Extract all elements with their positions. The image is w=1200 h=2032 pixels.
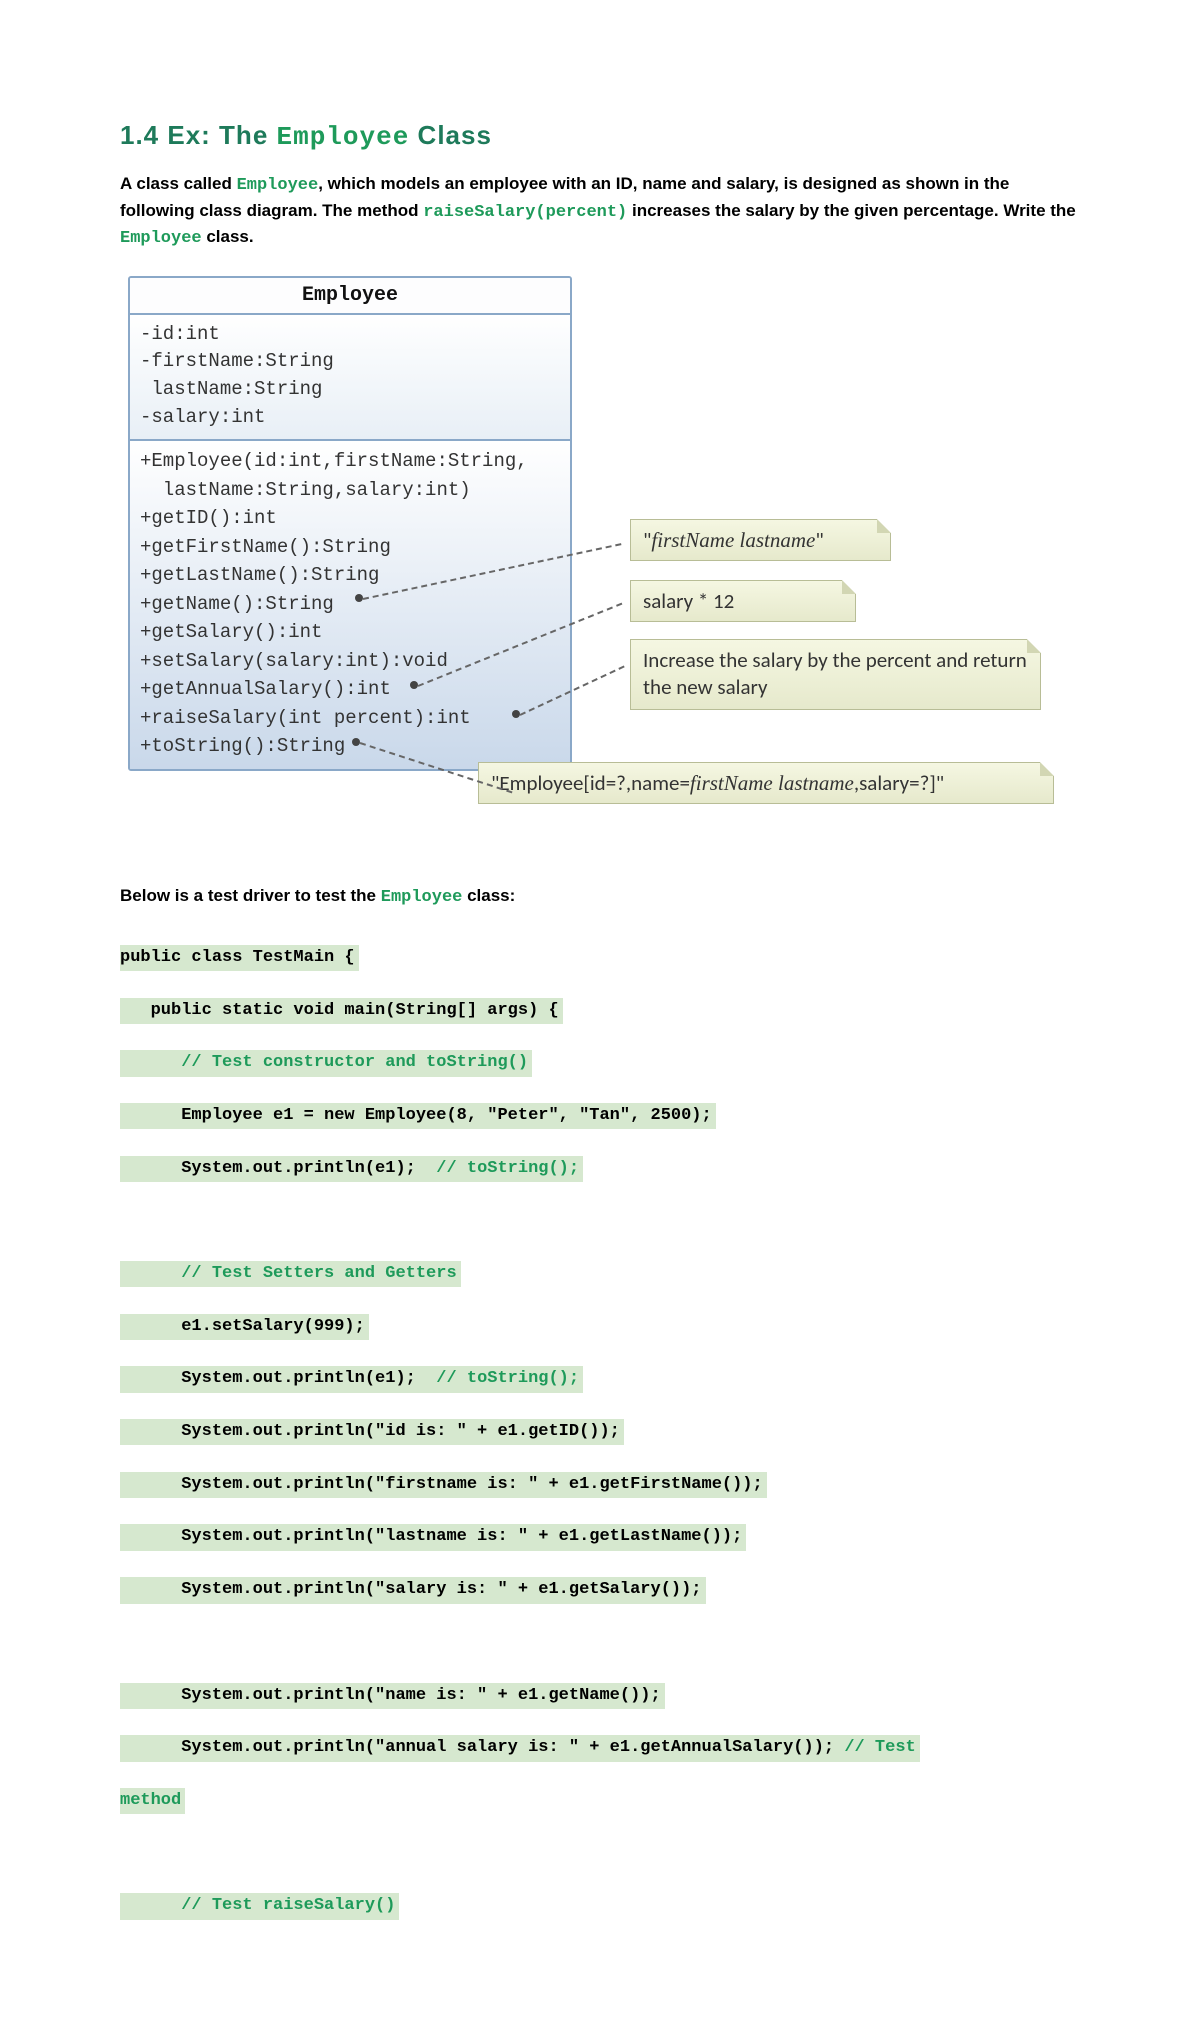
note4-b: firstName lastname [690,771,854,795]
code-comment: // toString(); [436,1159,579,1178]
intro-kw1: Employee [237,176,319,195]
section-heading: 1.4 Ex: The Employee Class [120,120,1080,152]
note1-q2: " [815,527,823,553]
uml-diagram: Employee -id:int -firstName:String lastN… [120,276,1080,866]
subintro-t1: Below is a test driver to test the [120,886,381,905]
page: 1.4 Ex: The Employee Class A class calle… [0,0,1200,2032]
code-line: System.out.println("lastname is: " + e1.… [120,1524,746,1550]
code-line: Employee e1 = new Employee(8, "Peter", "… [120,1103,716,1129]
note3-body: Increase the salary by the percent and r… [643,647,1027,700]
code-line: public class TestMain { [120,945,359,971]
test-driver-intro: Below is a test driver to test the Emplo… [120,884,1080,911]
code-comment: // Test [844,1738,915,1757]
code-listing: public class TestMain { public static vo… [120,919,1080,1973]
blank-line [120,1208,1080,1234]
uml-class-box: Employee -id:int -firstName:String lastN… [128,276,572,771]
note4-c: ,salary=?]" [854,770,944,796]
code-line: System.out.println("firstname is: " + e1… [120,1472,767,1498]
code-line: public static void main(String[] args) { [120,998,563,1024]
intro-paragraph: A class called Employee, which models an… [120,172,1080,252]
code-line: System.out.println("id is: " + e1.getID(… [120,1419,624,1445]
blank-line [120,1841,1080,1867]
intro-t4: class. [202,227,254,246]
note-tostring: "Employee[id=?,name=firstName lastname,s… [478,762,1054,804]
code-comment: // toString(); [436,1369,579,1388]
note-raisesalary: Increase the salary by the percent and r… [630,639,1041,710]
code-comment: // Test raiseSalary() [120,1893,399,1919]
note4-a: "Employee[id=?,name= [491,770,690,796]
subintro-t2: class: [462,886,515,905]
code-comment: method [120,1788,185,1814]
uml-attributes: -id:int -firstName:String lastName:Strin… [130,315,570,441]
heading-suffix: Class [409,120,492,150]
heading-code: Employee [277,122,410,152]
intro-kw3: Employee [120,229,202,248]
code-line: System.out.println(e1); [120,1369,436,1388]
code-comment: // Test constructor and toString() [120,1050,532,1076]
code-line: System.out.println("name is: " + e1.getN… [120,1683,665,1709]
code-line: System.out.println(e1); [120,1159,436,1178]
code-line: System.out.println("annual salary is: " … [120,1738,844,1757]
code-comment: // Test Setters and Getters [120,1261,461,1287]
subintro-kw: Employee [381,888,463,907]
blank-line [120,1630,1080,1656]
intro-kw2: raiseSalary(percent) [423,203,627,222]
code-line: System.out.println("salary is: " + e1.ge… [120,1577,706,1603]
leader-dot [352,738,360,746]
note2-body: salary * 12 [643,588,734,614]
uml-methods: +Employee(id:int,firstName:String, lastN… [130,441,570,769]
intro-t1: A class called [120,174,237,193]
note-getname: "firstName lastname" [630,519,891,561]
note-annualsalary: salary * 12 [630,580,856,622]
intro-t3: increases the salary by the given percen… [627,201,1075,220]
uml-class-name: Employee [130,278,570,315]
code-line: e1.setSalary(999); [120,1314,369,1340]
note1-body: firstName lastname [651,528,815,552]
heading-prefix: 1.4 Ex: The [120,120,277,150]
